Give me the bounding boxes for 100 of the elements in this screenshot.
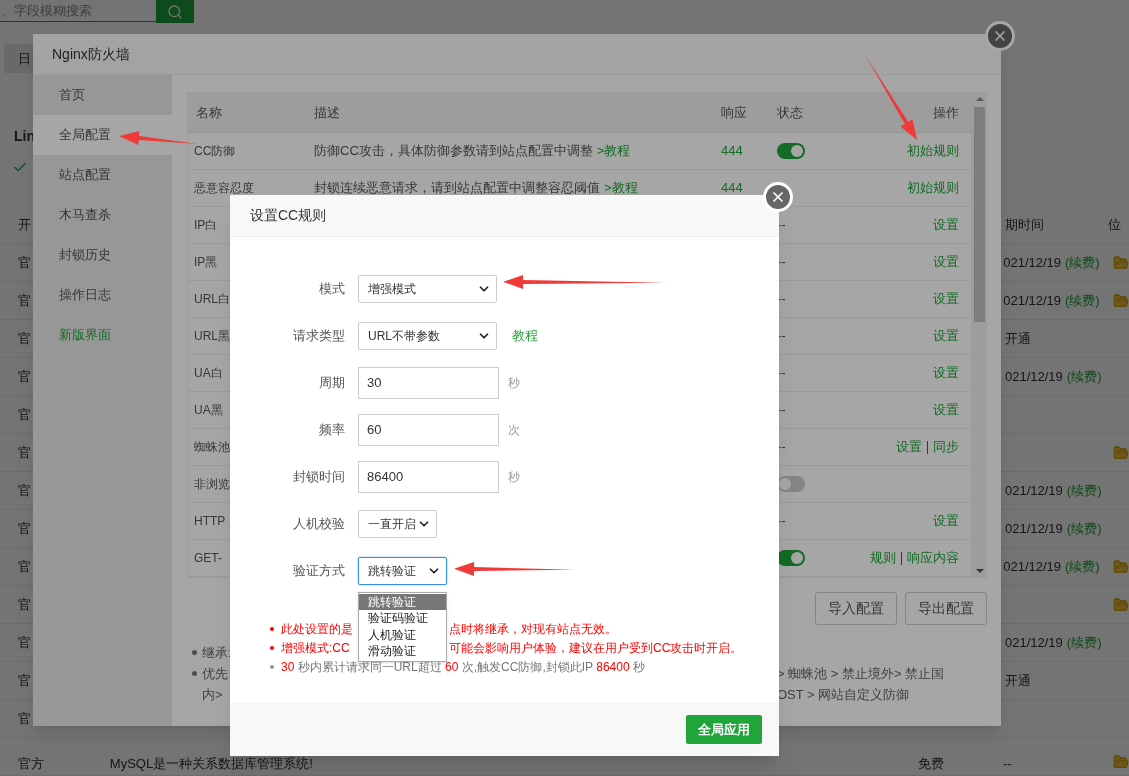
toggle-switch[interactable] <box>777 143 805 159</box>
table-cell: 蜘蛛池 <box>194 440 230 454</box>
dropdown-option[interactable]: 跳转验证 <box>359 593 446 610</box>
table-cell: 官 <box>18 406 31 422</box>
table-cell: 官 <box>18 558 31 574</box>
renew-link[interactable]: (续费) <box>1066 480 1102 501</box>
table-cell-text: 021/12/19 <box>1003 557 1062 576</box>
unit-label: 秒 <box>508 374 520 392</box>
table-cell: 非浏览 <box>194 477 230 491</box>
scrollbar[interactable] <box>972 92 987 578</box>
config-button[interactable]: 导出配置 <box>905 592 987 625</box>
tutorial-link[interactable]: 教程 <box>512 325 538 346</box>
unit-label: 次 <box>508 421 520 439</box>
action-link[interactable]: 设置 <box>933 326 959 346</box>
select-field[interactable]: 增强模式 <box>358 274 497 303</box>
config-button[interactable]: 导入配置 <box>815 592 897 625</box>
folder-icon[interactable] <box>1113 596 1129 613</box>
column-header: 名称 <box>196 104 222 120</box>
sidebar-item[interactable]: 站点配置 <box>33 155 172 195</box>
column-header: 位 <box>1108 215 1121 234</box>
toggle-switch[interactable] <box>777 476 805 492</box>
dialog-title: 设置CC规则 <box>250 206 327 225</box>
warning-text: 点时将继承，对现有站点无效。 <box>449 621 617 636</box>
warning-text: 此处设置的是 <box>281 621 353 636</box>
warning-text: 可能会影响用户体验，建议在用户受到CC攻击时开启。 <box>449 640 743 655</box>
table-cell: 恶意容忍度 <box>194 181 254 195</box>
renew-link[interactable]: (续费) <box>1066 366 1102 387</box>
renew-link[interactable]: (续费) <box>1066 632 1102 653</box>
column-header: 响应 <box>721 104 747 120</box>
table-cell: 官 <box>18 634 31 650</box>
action-link[interactable]: 规则 <box>870 548 896 568</box>
action-link[interactable]: 初始规则 <box>907 141 959 161</box>
field-label: 封锁时间 <box>293 468 345 484</box>
table-cell-text: 021/12/19 <box>1005 367 1063 386</box>
table-cell: UA白 <box>194 366 223 380</box>
search-button[interactable] <box>156 0 194 23</box>
table-cell-text: 防御CC攻击，具体防御参数请到站点配置中调整 <box>314 142 593 161</box>
table-cell-text: 021/12/19 <box>1005 633 1063 652</box>
tutorial-link[interactable]: >教程 <box>596 141 631 161</box>
field-label: 人机校验 <box>293 515 345 531</box>
renew-link[interactable]: (续费) <box>1065 290 1100 311</box>
input-field[interactable]: 60 <box>358 413 499 446</box>
toggle-switch[interactable] <box>777 550 805 566</box>
sidebar-item[interactable]: 首页 <box>33 75 172 115</box>
input-field[interactable]: 86400 <box>358 460 499 493</box>
note-text: 继承: <box>202 643 232 662</box>
action-link[interactable]: 设置 <box>933 511 959 531</box>
input-field[interactable]: 30 <box>358 366 499 399</box>
action-link[interactable]: 设置 <box>933 400 959 420</box>
table-cell-text: 021/12/19 <box>1003 253 1062 272</box>
table-cell-text: 021/12/19 <box>1005 481 1063 500</box>
action-link[interactable]: 响应内容 <box>907 548 959 568</box>
table-cell: IP黑 <box>194 255 218 269</box>
action-link[interactable]: 设置 <box>933 215 959 235</box>
action-link[interactable]: 设置 <box>933 252 959 272</box>
action-link[interactable]: 初始规则 <box>907 178 959 198</box>
sidebar-item[interactable]: 封锁历史 <box>33 235 172 275</box>
table-cell: 官 <box>18 254 31 270</box>
sidebar-item[interactable]: 木马查杀 <box>33 195 172 235</box>
table-cell: 官 <box>18 444 31 460</box>
folder-icon[interactable] <box>1113 254 1129 271</box>
field-label: 验证方式 <box>293 562 345 578</box>
table-cell-text: 021/12/19 <box>1005 519 1063 538</box>
renew-link[interactable]: (续费) <box>1065 556 1100 577</box>
table-cell: 444 <box>721 180 743 196</box>
dialog-title: Nginx防火墙 <box>52 44 130 64</box>
folder-icon[interactable] <box>1113 444 1129 461</box>
table-cell-text: 开通 <box>1005 671 1031 690</box>
folder-icon[interactable] <box>1113 754 1129 770</box>
select-field[interactable]: URL不带参数 <box>358 321 497 350</box>
field-label: 请求类型 <box>293 327 345 343</box>
search-icon <box>167 3 183 20</box>
folder-icon[interactable] <box>1113 558 1129 575</box>
sidebar-item[interactable]: 全局配置 <box>33 115 172 155</box>
tutorial-link[interactable]: >教程 <box>604 178 638 198</box>
dropdown-option[interactable]: 验证码验证 <box>359 610 446 627</box>
action-link[interactable]: 同步 <box>933 437 959 457</box>
select-field[interactable]: 跳转验证 <box>358 556 447 585</box>
renew-link[interactable]: (续费) <box>1065 252 1100 273</box>
action-link[interactable]: 设置 <box>896 437 922 457</box>
table-cell: URL黑 <box>194 329 230 343</box>
note-text: 内> <box>202 685 223 704</box>
select-field[interactable]: 一直开启 <box>358 509 437 538</box>
sidebar-link[interactable]: 新版界面 <box>33 315 172 355</box>
action-link[interactable]: 设置 <box>933 289 959 309</box>
column-header: 操作 <box>933 104 959 120</box>
close-icon <box>992 28 1008 44</box>
action-link[interactable]: 设置 <box>933 363 959 383</box>
folder-icon[interactable] <box>1113 292 1129 309</box>
apply-button[interactable]: 全局应用 <box>686 715 762 744</box>
sidebar-item[interactable]: 操作日志 <box>33 275 172 315</box>
column-header: 状态 <box>777 104 803 120</box>
table-cell-text: 封锁连续恶意请求，请到站点配置中调整容忍阈值 <box>314 179 600 198</box>
column-header: 描述 <box>314 104 340 120</box>
table-cell: 官 <box>18 292 31 308</box>
renew-link[interactable]: (续费) <box>1066 518 1102 539</box>
table-cell: IP白 <box>194 218 218 232</box>
dropdown-option[interactable]: 滑动验证 <box>359 643 446 660</box>
dropdown-option[interactable]: 人机验证 <box>359 626 446 643</box>
table-cell: 官 <box>18 368 31 384</box>
